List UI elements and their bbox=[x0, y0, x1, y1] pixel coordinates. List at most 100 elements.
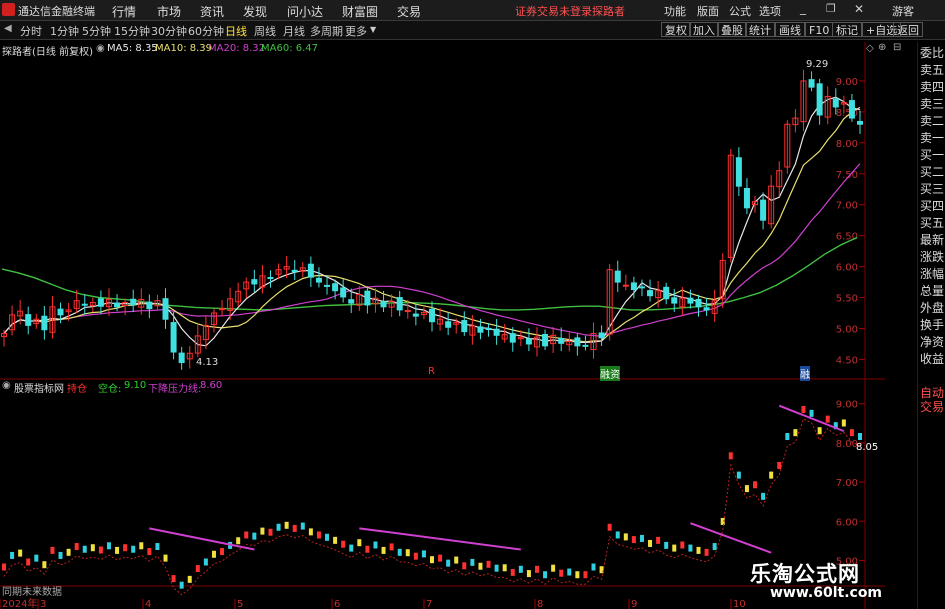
sidebar-item-0[interactable]: 委比 bbox=[920, 46, 944, 60]
signal-bar-81 bbox=[656, 536, 661, 544]
statistics-button[interactable]: 统计 bbox=[745, 22, 775, 37]
sidebar-item-18[interactable]: 收益 bbox=[920, 352, 944, 366]
guest-label[interactable]: 游客 bbox=[892, 3, 914, 19]
signal-bar-55 bbox=[446, 559, 451, 567]
candle-body-7 bbox=[57, 308, 64, 316]
sidebar-item-13[interactable]: 涨幅 bbox=[920, 267, 944, 281]
sidebar-item-2[interactable]: 卖四 bbox=[920, 80, 944, 94]
candle-body-45 bbox=[364, 290, 371, 306]
tab-period-more[interactable]: 更多 bbox=[345, 23, 367, 39]
sidebar-item-1[interactable]: 卖五 bbox=[920, 63, 944, 77]
candle-body-69 bbox=[558, 338, 565, 344]
menu-trade[interactable]: 交易 bbox=[397, 3, 421, 20]
menu-options[interactable]: 选项 bbox=[759, 3, 781, 19]
menu-formula[interactable]: 公式 bbox=[729, 3, 751, 19]
price-tick-label-2: 8.00 bbox=[836, 139, 858, 150]
ma60-value: 6.47 bbox=[295, 43, 319, 54]
sidebar-item-9[interactable]: 买四 bbox=[920, 199, 944, 213]
signal-bar-59 bbox=[478, 562, 483, 570]
signal-bar-0 bbox=[2, 563, 6, 571]
tab-period-1min[interactable]: 1分钟 bbox=[50, 23, 79, 39]
menu-news[interactable]: 资讯 bbox=[200, 3, 224, 20]
sidebar-item-3[interactable]: 卖三 bbox=[920, 97, 944, 111]
price-tick-label-5: 6.50 bbox=[836, 232, 858, 243]
signal-bar-69 bbox=[559, 569, 564, 577]
adjust-button[interactable]: 复权 bbox=[661, 22, 691, 37]
signal-bar-15 bbox=[123, 544, 128, 552]
tab-period-daily[interactable]: 日线 bbox=[225, 23, 247, 39]
menu-market-quote[interactable]: 行情 bbox=[112, 3, 136, 20]
signal-bar-76 bbox=[615, 531, 620, 539]
minimize-icon[interactable]: _ bbox=[800, 1, 806, 15]
tab-period-multi[interactable]: 多周期 bbox=[310, 23, 343, 39]
kline-chart[interactable]: 9.008.508.007.507.006.506.005.505.004.50… bbox=[0, 42, 917, 609]
quote-sidebar: 委比卖五卖四卖三卖二卖一买一买二买三买四买五最新涨跌涨幅总量外盘换手净资收益 自… bbox=[917, 42, 945, 609]
overlay-button[interactable]: 叠股 bbox=[717, 22, 747, 37]
sidebar-item-17[interactable]: 净资 bbox=[920, 335, 944, 349]
sidebar-item-8[interactable]: 买三 bbox=[920, 182, 944, 196]
diamond-icon[interactable]: ◇ bbox=[866, 43, 874, 54]
candle-body-65 bbox=[525, 338, 532, 345]
sidebar-item-12[interactable]: 涨跌 bbox=[920, 250, 944, 264]
tab-period-30min[interactable]: 30分钟 bbox=[151, 23, 187, 39]
menu-ask-xiaoda[interactable]: 问小达 bbox=[287, 3, 323, 20]
candle-body-10 bbox=[81, 303, 88, 306]
date-label-5: 7 bbox=[426, 599, 432, 609]
signal-bar-88 bbox=[712, 543, 717, 551]
indicator-icon[interactable]: ◉ bbox=[2, 380, 11, 391]
candle-body-31 bbox=[251, 279, 258, 285]
sidebar-item-4[interactable]: 卖二 bbox=[920, 114, 944, 128]
signal-bar-101 bbox=[817, 427, 822, 435]
sidebar-item-16[interactable]: 换手 bbox=[920, 318, 944, 332]
sidebar-item-11[interactable]: 最新 bbox=[920, 233, 944, 247]
tab-period-15min[interactable]: 15分钟 bbox=[114, 23, 150, 39]
menu-function[interactable]: 功能 bbox=[664, 3, 686, 19]
collapse-icon[interactable]: ⊟ bbox=[893, 42, 901, 53]
signal-bar-91 bbox=[736, 471, 741, 479]
signal-bar-87 bbox=[704, 548, 709, 556]
stock-title: 探路者(日线 前复权) bbox=[2, 47, 93, 58]
signal-bar-61 bbox=[494, 564, 499, 572]
signal-bar-13 bbox=[106, 542, 111, 550]
close-icon[interactable]: ✕ bbox=[854, 2, 864, 16]
chevron-down-icon[interactable]: ▼ bbox=[370, 25, 376, 34]
tab-period-5min[interactable]: 5分钟 bbox=[82, 23, 111, 39]
tab-period-weekly[interactable]: 周线 bbox=[254, 23, 276, 39]
sidebar-item-7[interactable]: 买二 bbox=[920, 165, 944, 179]
signal-bar-1 bbox=[10, 551, 15, 559]
menu-market[interactable]: 市场 bbox=[157, 3, 181, 20]
candle-body-40 bbox=[324, 284, 331, 287]
menu-layout[interactable]: 版面 bbox=[697, 3, 719, 19]
login-notice[interactable]: 证券交易未登录 bbox=[515, 3, 592, 19]
add-button[interactable]: 加入 bbox=[689, 22, 719, 37]
tab-period-monthly[interactable]: 月线 bbox=[283, 23, 305, 39]
zoom-icon[interactable]: ⊕ bbox=[878, 42, 886, 53]
sidebar-item-10[interactable]: 买五 bbox=[920, 216, 944, 230]
menu-discover[interactable]: 发现 bbox=[243, 3, 267, 20]
sidebar-item-15[interactable]: 外盘 bbox=[920, 301, 944, 315]
tab-period-60min[interactable]: 60分钟 bbox=[188, 23, 224, 39]
candle-body-92 bbox=[743, 187, 750, 209]
menu-wealth-circle[interactable]: 财富圈 bbox=[342, 3, 378, 20]
signal-bar-77 bbox=[623, 533, 628, 541]
signal-bar-83 bbox=[672, 544, 677, 552]
user-name[interactable]: 探路者 bbox=[592, 3, 625, 19]
sidebar-item-6[interactable]: 买一 bbox=[920, 148, 944, 162]
auto-trade-2[interactable]: 交易 bbox=[920, 400, 944, 414]
mark-button[interactable]: 标记 bbox=[832, 22, 862, 37]
chevron-left-icon[interactable]: ◀ bbox=[4, 23, 12, 34]
auto-trade-1[interactable]: 自动 bbox=[920, 386, 944, 400]
back-button[interactable]: 返回 bbox=[893, 22, 923, 37]
sidebar-item-14[interactable]: 总量 bbox=[920, 284, 944, 298]
draw-line-button[interactable]: 画线 bbox=[775, 22, 805, 37]
candle-body-39 bbox=[315, 277, 322, 283]
candle-body-106 bbox=[857, 120, 863, 125]
signal-bar-54 bbox=[438, 554, 443, 562]
sidebar-item-5[interactable]: 卖一 bbox=[920, 131, 944, 145]
chart-settings-icon[interactable]: ◉ bbox=[96, 43, 105, 54]
tab-period-timeshare[interactable]: 分时 bbox=[20, 23, 42, 39]
f10-button[interactable]: F10 bbox=[805, 22, 834, 37]
ma60-name: MA60 bbox=[261, 43, 290, 54]
restore-icon[interactable]: ❐ bbox=[826, 2, 836, 15]
ma10-label: MA10: 8.39 bbox=[155, 43, 213, 54]
